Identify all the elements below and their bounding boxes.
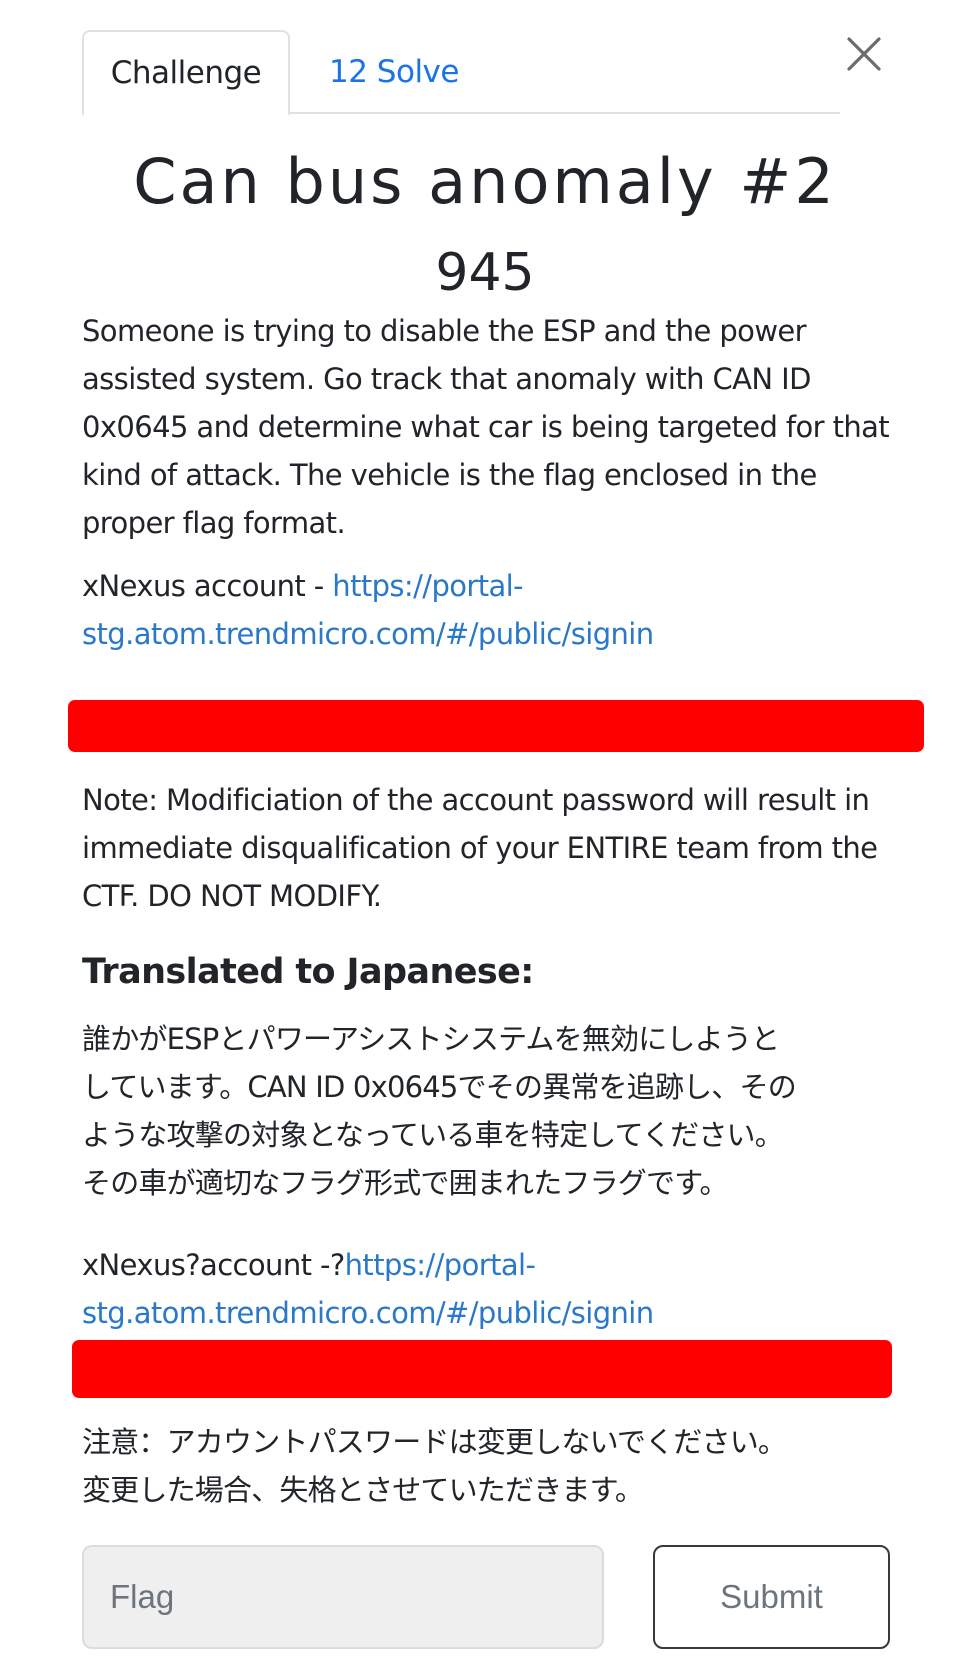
redacted-block: [68, 700, 924, 752]
tab-solves[interactable]: 12 Solve: [304, 30, 484, 114]
flag-input[interactable]: [82, 1545, 604, 1649]
submit-button[interactable]: Submit: [653, 1545, 890, 1649]
account-prefix-jp: xNexus?account -?: [82, 1248, 345, 1282]
signin-link-en-line1: https://portal-: [332, 569, 523, 603]
jp-line: しています。CAN ID 0x0645でその異常を追跡し、その: [82, 1070, 797, 1104]
challenge-description: Someone is trying to disable the ESP and…: [82, 314, 890, 540]
note-jp-line: 注意：アカウントパスワードは変更しないでください。: [82, 1425, 787, 1459]
description-jp: 誰かがESPとパワーアシストシステムを無効にしようと しています。CAN ID …: [82, 1015, 892, 1207]
jp-line: 誰かがESPとパワーアシストシステムを無効にしようと: [82, 1022, 780, 1056]
close-icon[interactable]: [842, 32, 886, 76]
note-jp: 注意：アカウントパスワードは変更しないでください。 変更した場合、失格とさせてい…: [82, 1418, 892, 1514]
challenge-title: Can bus anomaly #2: [133, 145, 837, 218]
signin-link-en-line2: stg.atom.trendmicro.com/#/public/signin: [82, 617, 654, 651]
tab-challenge[interactable]: Challenge: [82, 30, 290, 116]
signin-link-jp-line2: stg.atom.trendmicro.com/#/public/signin: [82, 1296, 654, 1330]
account-info-jp: xNexus?account -?https://portal-stg.atom…: [82, 1241, 892, 1337]
jp-line: その車が適切なフラグ形式で囲まれたフラグです。: [82, 1166, 729, 1200]
challenge-points: 945: [435, 243, 535, 303]
account-prefix-en: xNexus account -: [82, 569, 333, 603]
jp-heading: Translated to Japanese:: [82, 952, 534, 992]
signin-link-jp-line1: https://portal-: [344, 1248, 536, 1282]
challenge-modal: Challenge 12 Solve Can bus anomaly #2 94…: [0, 0, 970, 1680]
tab-bar: Challenge 12 Solve: [82, 30, 840, 116]
jp-line: ような攻撃の対象となっている車を特定してください。: [82, 1118, 784, 1152]
redacted-block: [72, 1340, 892, 1398]
note-jp-line: 変更した場合、失格とさせていただきます。: [82, 1473, 644, 1507]
account-info-en: xNexus account - https://portal-stg.atom…: [82, 562, 892, 658]
note-en: Note: Modificiation of the account passw…: [82, 783, 878, 913]
